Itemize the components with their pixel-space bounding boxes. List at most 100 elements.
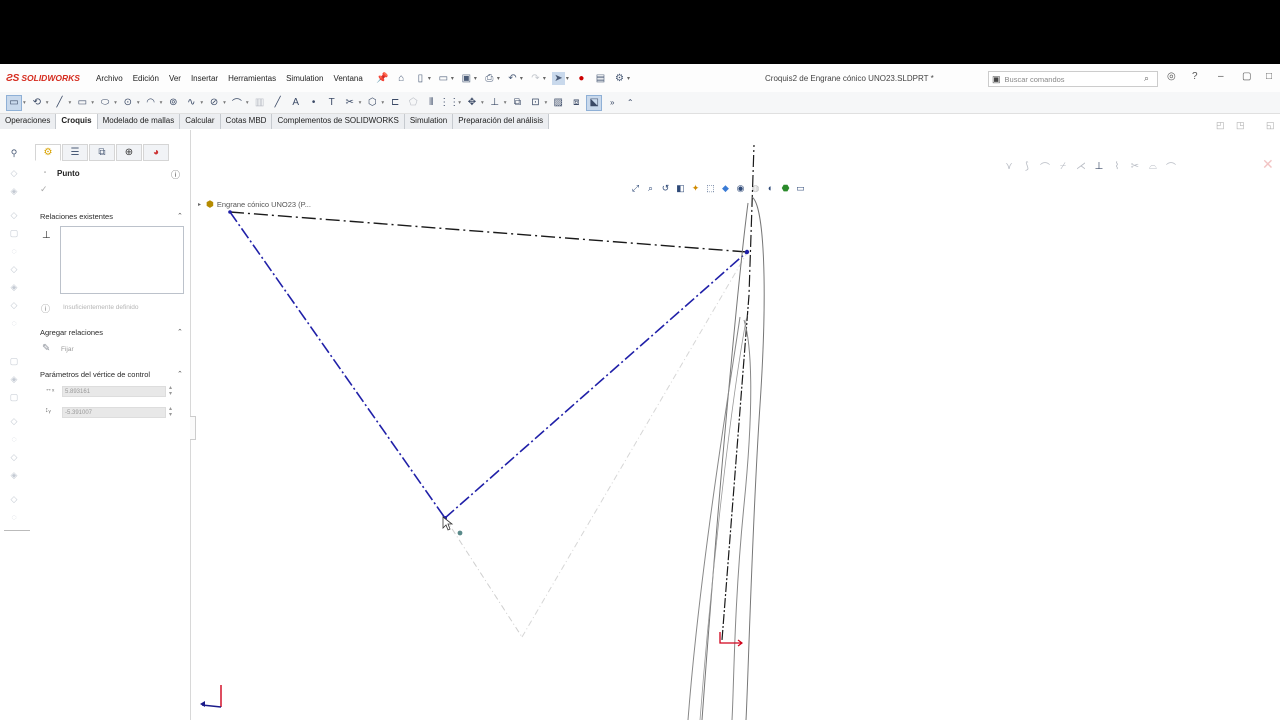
- featuremanager-tab-icon[interactable]: ⚙: [35, 144, 61, 161]
- spline-caret-icon[interactable]: ▾: [200, 100, 203, 106]
- slot-caret-icon[interactable]: ▾: [114, 100, 117, 106]
- origin-dimension-marker[interactable]: [719, 632, 742, 644]
- redo-icon[interactable]: ↷: [529, 72, 542, 85]
- fillet-caret-icon[interactable]: ▾: [246, 100, 249, 106]
- tab-preparacion-analisis[interactable]: Preparación del análisis: [453, 114, 550, 129]
- existing-relations-list[interactable]: [60, 226, 184, 294]
- open-caret-icon[interactable]: ▾: [451, 75, 454, 82]
- select-arrow-icon[interactable]: ➤: [551, 71, 565, 85]
- pin-icon[interactable]: 📌: [376, 72, 389, 85]
- graphics-minimize-icon[interactable]: ◰: [1216, 120, 1225, 131]
- print-icon[interactable]: ⎙: [483, 72, 496, 85]
- linear-pattern-icon[interactable]: ⋮⋮: [439, 95, 459, 111]
- save-icon[interactable]: ▣: [460, 72, 473, 85]
- add-relations-collapse-icon[interactable]: ⌃: [177, 328, 183, 336]
- offset-surface-icon[interactable]: ⬠: [405, 95, 421, 111]
- menu-archivo[interactable]: Archivo: [96, 74, 123, 83]
- traffic-light-icon[interactable]: ●: [575, 72, 588, 85]
- tab-calcular[interactable]: Calcular: [180, 114, 221, 129]
- user-icon[interactable]: ◎: [1167, 71, 1176, 82]
- menu-ver[interactable]: Ver: [169, 74, 181, 83]
- undo-icon[interactable]: ↶: [506, 72, 519, 85]
- sketch-line-left-active[interactable]: [229, 211, 446, 519]
- existing-relations-collapse-icon[interactable]: ⌃: [177, 212, 183, 220]
- options-gear-icon[interactable]: ⚙: [613, 72, 626, 85]
- help-circle-icon[interactable]: ⓘ: [171, 168, 180, 181]
- gear-outline-right[interactable]: [745, 196, 765, 720]
- redo-caret-icon[interactable]: ▾: [543, 75, 546, 82]
- new-document-icon[interactable]: ▯: [414, 72, 427, 85]
- new-caret-icon[interactable]: ▾: [428, 75, 431, 82]
- convert-entities-icon[interactable]: ⬡: [364, 95, 380, 111]
- circle-caret-icon[interactable]: ▾: [137, 100, 140, 106]
- control-vertex-collapse-icon[interactable]: ⌃: [177, 370, 183, 378]
- construction-line-lower-right[interactable]: [521, 252, 748, 638]
- rectangle-caret-icon[interactable]: ▾: [91, 100, 94, 106]
- menu-edicion[interactable]: Edición: [133, 74, 159, 83]
- move-entities-icon[interactable]: ✥: [464, 95, 480, 111]
- file-properties-icon[interactable]: ▤: [594, 72, 607, 85]
- tab-simulation[interactable]: Simulation: [404, 114, 454, 129]
- sketch-caret-icon[interactable]: ▾: [23, 100, 26, 106]
- ellipse-icon[interactable]: ⊘: [206, 95, 222, 111]
- mirror-entities-icon[interactable]: ⫴: [423, 95, 439, 111]
- sketch-line-right-active[interactable]: [444, 251, 748, 519]
- move-caret-icon[interactable]: ▾: [481, 100, 484, 106]
- control-point-marker[interactable]: [457, 530, 463, 536]
- control-vertex-header[interactable]: Parámetros del vértice de control: [40, 370, 150, 379]
- polygon-icon[interactable]: ⊚: [165, 95, 181, 111]
- menu-ventana[interactable]: Ventana: [333, 74, 362, 83]
- snaps-caret-icon[interactable]: ▾: [544, 100, 547, 106]
- vertex-top-right[interactable]: [744, 249, 750, 255]
- search-input[interactable]: Buscar comandos: [1005, 75, 1065, 84]
- tab-croquis[interactable]: Croquis: [56, 114, 98, 129]
- graphics-restore-icon[interactable]: ◳: [1236, 120, 1245, 131]
- dimxpert-tab-icon[interactable]: ⊕: [116, 144, 142, 161]
- instant-2d-icon[interactable]: ⧈: [568, 95, 584, 111]
- minimize-icon[interactable]: –: [1218, 71, 1224, 82]
- y-spinner-icon[interactable]: ▴ ▾: [169, 406, 172, 418]
- search-icon[interactable]: ⌕: [1144, 73, 1149, 84]
- pattern-caret-icon[interactable]: ▾: [458, 100, 461, 106]
- shaded-sketch-contours-icon[interactable]: ⬕: [586, 94, 603, 111]
- more-tools-icon[interactable]: »: [604, 95, 620, 111]
- trim-icon[interactable]: ✂: [342, 95, 358, 111]
- circle-icon[interactable]: ⊙: [120, 95, 136, 111]
- point-icon[interactable]: •: [306, 95, 322, 111]
- x-coordinate-field[interactable]: 5.893161: [62, 386, 166, 397]
- y-coordinate-field[interactable]: -5.391007: [62, 407, 166, 418]
- display-manager-tab-icon[interactable]: ◕: [143, 144, 169, 161]
- open-folder-icon[interactable]: ▭: [437, 72, 450, 85]
- propertymanager-tab-icon[interactable]: ☰: [62, 144, 88, 161]
- tab-operaciones[interactable]: Operaciones: [0, 114, 57, 129]
- collapse-toolbar-icon[interactable]: ⌃: [622, 95, 638, 111]
- text-icon-a[interactable]: A: [288, 95, 304, 111]
- sketch-icon[interactable]: ▭: [6, 94, 22, 111]
- search-menu-icon[interactable]: ▣: [992, 74, 1001, 85]
- quick-snaps-icon[interactable]: ⊡: [527, 95, 543, 111]
- trim-caret-icon[interactable]: ▾: [359, 100, 362, 106]
- sketch-mode-icon[interactable]: ⚲: [7, 148, 21, 160]
- construction-line-lower-left[interactable]: [444, 517, 523, 638]
- vertex-top-left[interactable]: [228, 210, 232, 214]
- rapid-sketch-icon[interactable]: ▨: [550, 95, 566, 111]
- arc-caret-icon[interactable]: ▾: [160, 100, 163, 106]
- tab-cotas-mbd[interactable]: Cotas MBD: [220, 114, 273, 129]
- graphics-area[interactable]: [192, 145, 1280, 720]
- convert-caret-icon[interactable]: ▾: [381, 100, 384, 106]
- gear-inner-outline-left[interactable]: [687, 316, 741, 720]
- construction-line-icon[interactable]: ╱: [270, 95, 286, 111]
- dimension-caret-icon[interactable]: ▾: [46, 100, 49, 106]
- tab-modelado-de-mallas[interactable]: Modelado de mallas: [97, 114, 181, 129]
- repair-sketch-icon[interactable]: ⧉: [509, 95, 525, 111]
- centerline[interactable]: [748, 145, 755, 296]
- menu-insertar[interactable]: Insertar: [191, 74, 218, 83]
- options-caret-icon[interactable]: ▾: [627, 75, 630, 82]
- plane-icon[interactable]: ▥: [252, 95, 268, 111]
- fillet-icon[interactable]: ⌒: [229, 95, 245, 111]
- ellipse-caret-icon[interactable]: ▾: [223, 100, 226, 106]
- rectangle-icon[interactable]: ▭: [74, 95, 90, 111]
- menu-herramientas[interactable]: Herramientas: [228, 74, 276, 83]
- maximize-icon[interactable]: □: [1266, 71, 1272, 82]
- spline-icon[interactable]: ∿: [183, 95, 199, 111]
